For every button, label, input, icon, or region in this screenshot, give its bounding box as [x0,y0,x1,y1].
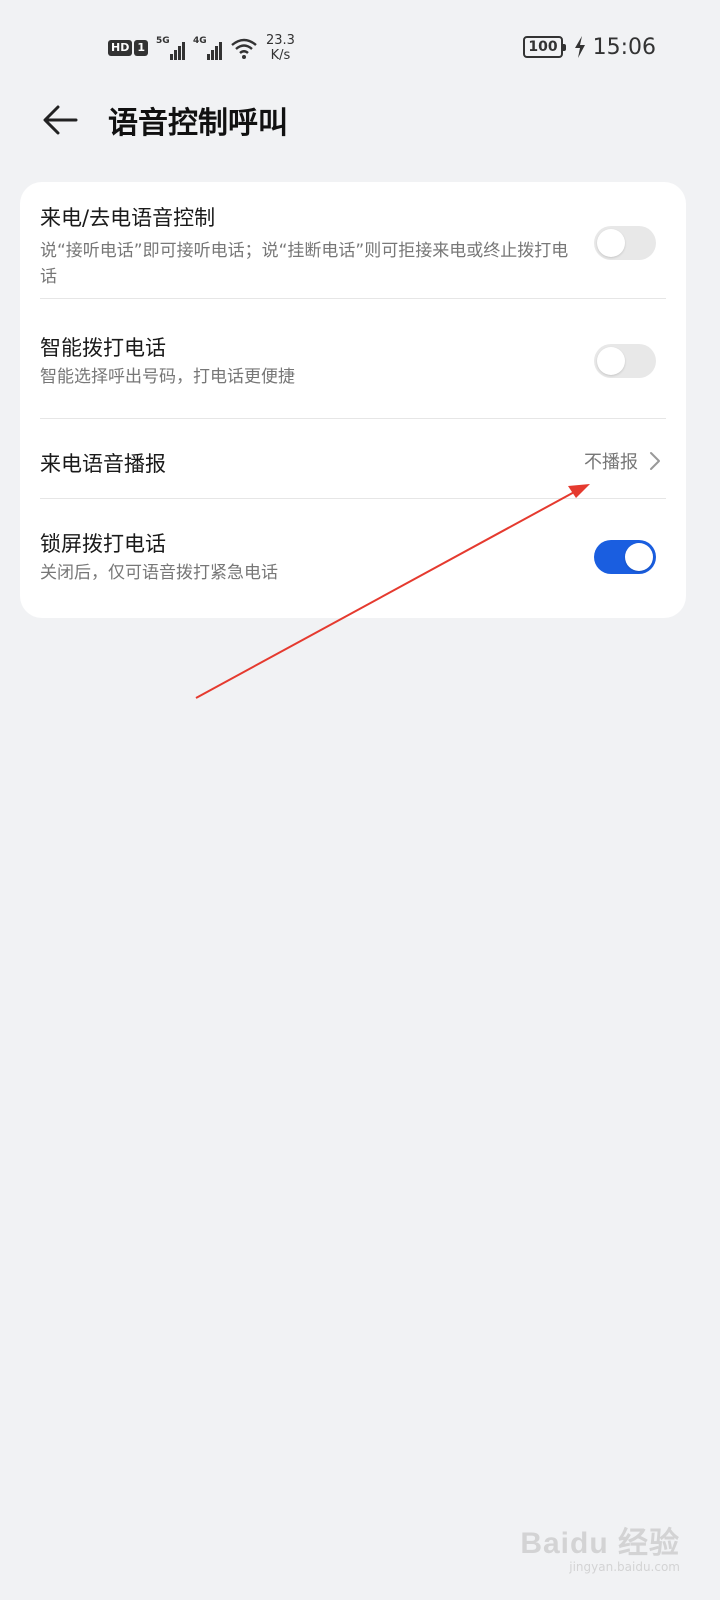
status-left: HD 1 5G 4G 23.3 K/s [108,30,295,66]
watermark-logo: Baidu 经验 [520,1527,680,1560]
setting-description: 说“接听电话”即可接听电话；说“挂断电话”则可拒接来电或终止拨打电话 [40,241,569,287]
baidu-watermark: Baidu 经验 jingyan.baidu.com [520,1518,680,1574]
toggle-knob [625,543,653,571]
divider [40,418,666,419]
setting-row-voice-control[interactable]: 来电/去电语音控制 说“接听电话”即可接听电话；说“挂断电话”则可拒接来电或终止… [40,202,666,302]
incoming-announce-selector[interactable]: 不播报 [584,448,662,474]
setting-row-smart-dial[interactable]: 智能拨打电话 智能选择呼出号码，打电话更便捷 [40,332,666,402]
battery-level: 100 [528,39,558,55]
toggle-knob [597,347,625,375]
network-speed: 23.3 K/s [266,33,295,63]
net-4g-label: 4G [193,36,207,46]
setting-row-incoming-announce[interactable]: 来电语音播报 不播报 [40,446,666,486]
net-5g-label: 5G [156,36,170,46]
setting-description: 关闭后，仅可语音拨打紧急电话 [40,563,278,583]
page-title: 语音控制呼叫 [108,106,288,141]
divider [40,298,666,299]
signal-5g-icon: 5G [156,36,185,60]
setting-value: 不播报 [584,452,638,473]
speed-value: 23.3 [266,33,295,48]
sim-label: 1 [134,40,148,56]
setting-title: 智能拨打电话 [40,336,166,360]
hd-voice-icon: HD 1 [108,40,148,56]
smart-dial-toggle[interactable] [594,344,656,378]
signal-4g-icon: 4G [193,36,222,60]
wifi-icon [231,38,257,59]
lockscreen-dial-toggle[interactable] [594,540,656,574]
setting-title: 来电语音播报 [40,452,166,476]
setting-row-lockscreen-dial[interactable]: 锁屏拨打电话 关闭后，仅可语音拨打紧急电话 [40,528,666,598]
hd-label: HD [108,40,133,56]
setting-title: 来电/去电语音控制 [40,206,216,230]
watermark-url: jingyan.baidu.com [569,1560,680,1574]
settings-card: 来电/去电语音控制 说“接听电话”即可接听电话；说“挂断电话”则可拒接来电或终止… [20,182,686,618]
toggle-knob [597,229,625,257]
clock: 15:06 [592,34,656,60]
charging-bolt-icon [574,36,585,58]
status-bar: HD 1 5G 4G 23.3 K/s 100 15:06 [0,0,720,90]
chevron-right-icon [650,452,660,470]
divider [40,498,666,499]
setting-description: 智能选择呼出号码，打电话更便捷 [40,367,295,387]
setting-title: 锁屏拨打电话 [40,532,166,556]
battery-icon: 100 [523,36,566,58]
voice-control-toggle[interactable] [594,226,656,260]
status-right: 100 15:06 [523,32,656,62]
back-arrow-icon[interactable] [40,100,80,140]
speed-unit: K/s [270,48,291,63]
